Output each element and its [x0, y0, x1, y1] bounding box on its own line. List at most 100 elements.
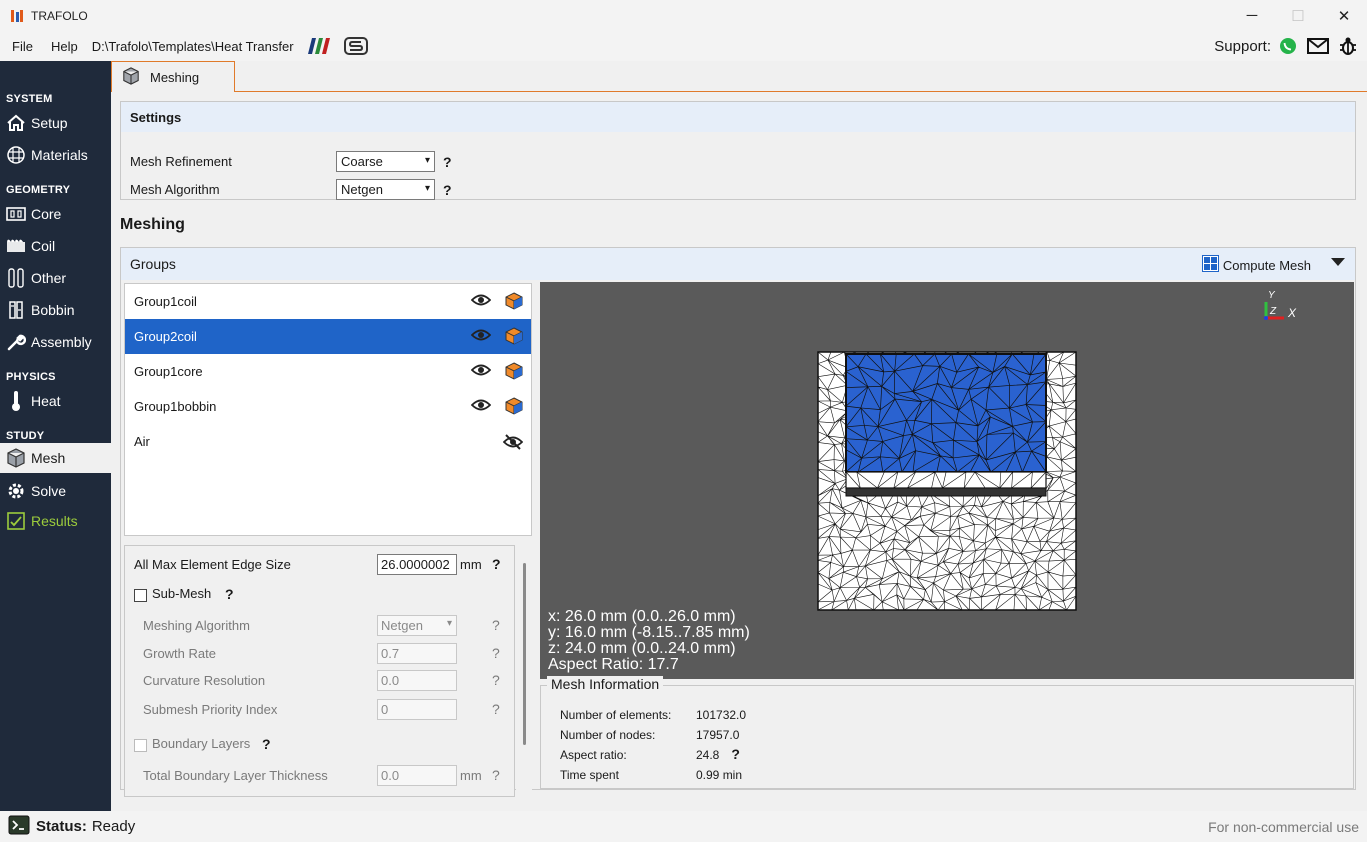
mesh-refinement-row: Mesh Refinement Coarse ▾ ? [130, 151, 452, 172]
mesh-viewport[interactable]: Y Z X x: 26.0 mm (0.0..26.0 mm) y: 16.0 … [540, 282, 1354, 679]
aspect-ratio-help-icon[interactable]: ? [731, 746, 740, 762]
checkbox-icon [134, 738, 147, 752]
meshing-algorithm-row: Meshing Algorithm Netgen ▾ ? [125, 613, 514, 637]
home-icon [6, 113, 26, 133]
close-button[interactable]: ✕ [1321, 0, 1367, 31]
group-name: Group1core [134, 364, 203, 379]
visible-eye-icon[interactable] [470, 398, 492, 415]
hidden-eye-icon[interactable] [502, 434, 524, 453]
group-item-air[interactable]: Air [125, 424, 531, 459]
sidebar-item-label: Results [31, 513, 78, 529]
sidebar-item-heat[interactable]: Heat [0, 386, 111, 416]
whatsapp-icon[interactable] [1277, 35, 1299, 57]
main-panel: Settings Mesh Refinement Coarse ▾ ? Mesh… [111, 92, 1367, 811]
submesh-help-icon[interactable]: ? [225, 586, 234, 602]
mesh-info-value: 0.99 min [696, 768, 743, 782]
mesh-algorithm-help-icon[interactable]: ? [443, 182, 452, 198]
mesh-refinement-value: Coarse [341, 154, 383, 169]
minimize-button[interactable]: ─ [1229, 0, 1275, 31]
properties-scrollbar[interactable] [516, 545, 532, 797]
sidebar-item-solve[interactable]: Solve [0, 476, 111, 506]
curvature-help-icon[interactable]: ? [492, 672, 500, 688]
submesh-checkbox[interactable]: Sub-Mesh [134, 586, 211, 602]
sidebar-item-label: Setup [31, 115, 68, 131]
boundary-layers-row: Boundary Layers ? [125, 732, 514, 756]
growth-rate-input[interactable]: 0.7 [377, 642, 457, 664]
priority-help-icon[interactable]: ? [492, 701, 500, 717]
mesh-group-cube-icon[interactable] [505, 292, 523, 313]
email-icon[interactable] [1307, 35, 1329, 57]
s-logo-icon[interactable] [343, 37, 368, 55]
status-value: Ready [91, 818, 136, 835]
sidebar: SYSTEM Setup Materials GEOMETRY Core Coi… [0, 61, 111, 811]
sidebar-item-coil[interactable]: Coil [0, 231, 111, 261]
mesh-refinement-select[interactable]: Coarse ▾ [336, 151, 435, 172]
settings-title: Settings [121, 102, 1355, 132]
priority-row: Submesh Priority Index 0 ? [125, 697, 514, 721]
growth-rate-row: Growth Rate 0.7 ? [125, 641, 514, 665]
settings-panel: Settings Mesh Refinement Coarse ▾ ? Mesh… [120, 101, 1356, 200]
visible-eye-icon[interactable] [470, 293, 492, 310]
bug-report-icon[interactable] [1337, 35, 1359, 57]
stripes-logo-icon[interactable] [307, 37, 330, 55]
mesh-group-cube-icon[interactable] [505, 397, 523, 418]
chevron-down-icon: ▾ [424, 183, 430, 194]
sidebar-item-assembly[interactable]: Assembly [0, 327, 111, 357]
max-edge-input[interactable]: 26.0000002 [377, 553, 457, 575]
curvature-input[interactable]: 0.0 [377, 669, 457, 691]
tab-meshing[interactable]: Meshing [111, 61, 235, 92]
max-edge-help-icon[interactable]: ? [492, 556, 501, 572]
compute-mesh-label: Compute Mesh [1222, 257, 1311, 273]
sidebar-item-core[interactable]: Core [0, 199, 111, 229]
sidebar-item-other[interactable]: Other [0, 263, 111, 293]
sidebar-item-label: Other [31, 270, 67, 286]
growth-rate-help-icon[interactable]: ? [492, 645, 500, 661]
mesh-info-label: Number of elements: [560, 708, 672, 722]
growth-rate-label: Growth Rate [143, 645, 216, 661]
sidebar-item-materials[interactable]: Materials [0, 140, 111, 170]
total-thickness-input[interactable]: 0.0 [377, 764, 457, 786]
mesh-cube-icon [6, 448, 26, 468]
sidebar-item-label: Bobbin [31, 302, 75, 318]
group-item-group2coil[interactable]: Group2coil [125, 319, 531, 354]
compute-mesh-button[interactable]: Compute Mesh [1201, 255, 1311, 275]
total-thickness-help-icon[interactable]: ? [492, 767, 500, 783]
compute-grid-icon [1201, 255, 1219, 275]
sidebar-item-bobbin[interactable]: Bobbin [0, 295, 111, 325]
meshing-algorithm-select[interactable]: Netgen ▾ [377, 614, 457, 636]
menu-file[interactable]: File [6, 39, 39, 54]
group-item-group1core[interactable]: Group1core [125, 354, 531, 389]
mesh-algorithm-select[interactable]: Netgen ▾ [336, 179, 435, 200]
mesh-refinement-help-icon[interactable]: ? [443, 154, 452, 170]
coord-z: z: 24.0 mm (0.0..24.0 mm) [548, 640, 736, 657]
mesh-group-cube-icon[interactable] [505, 362, 523, 383]
terminal-icon[interactable] [8, 815, 30, 838]
priority-label: Submesh Priority Index [143, 701, 278, 717]
mesh-info-row: Number of elements: 101732.0 [560, 708, 746, 722]
sidebar-item-results[interactable]: Results [0, 506, 111, 536]
total-thickness-unit: mm [460, 767, 482, 783]
boundary-layers-help-icon[interactable]: ? [262, 736, 271, 752]
maximize-button[interactable]: ☐ [1275, 0, 1321, 31]
mesh-refinement-label: Mesh Refinement [130, 154, 232, 169]
mesh-info-label: Aspect ratio: [560, 748, 627, 762]
license-notice: For non-commercial use [1208, 819, 1359, 835]
meshing-title: Meshing [120, 216, 185, 233]
wrench-icon [6, 332, 26, 352]
priority-input[interactable]: 0 [377, 698, 457, 720]
group-item-group1coil[interactable]: Group1coil [125, 284, 531, 319]
boundary-layers-checkbox[interactable]: Boundary Layers [134, 736, 250, 752]
aspect-ratio-readout: Aspect Ratio: 17.7 [548, 656, 679, 673]
results-chart-icon [6, 511, 26, 531]
scrollbar-thumb[interactable] [523, 563, 526, 745]
visible-eye-icon[interactable] [470, 363, 492, 380]
sidebar-item-mesh[interactable]: Mesh [0, 443, 111, 473]
group-item-group1bobbin[interactable]: Group1bobbin [125, 389, 531, 424]
mesh-group-cube-icon[interactable] [505, 327, 523, 348]
sidebar-item-setup[interactable]: Setup [0, 108, 111, 138]
meshing-algorithm-help-icon[interactable]: ? [492, 617, 500, 633]
dropdown-arrow-icon[interactable] [1331, 258, 1345, 266]
visible-eye-icon[interactable] [470, 328, 492, 345]
menu-help[interactable]: Help [45, 39, 84, 54]
thermometer-icon [6, 391, 26, 411]
